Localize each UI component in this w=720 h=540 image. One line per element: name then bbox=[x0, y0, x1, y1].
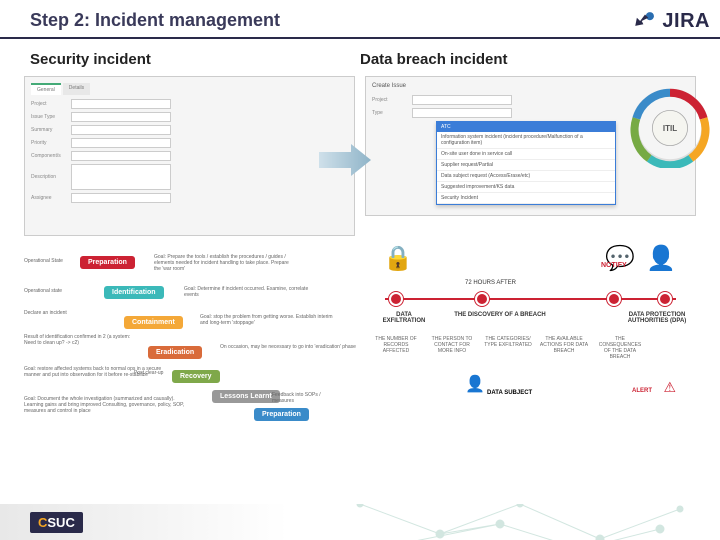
timeline-node bbox=[658, 292, 672, 306]
timeline-sub: THE CONSEQUENCES OF THE DATA BREACH bbox=[595, 336, 645, 360]
step-description: Goal: Document the whole investigation (… bbox=[24, 396, 194, 414]
jira-icon bbox=[632, 8, 658, 34]
notify-label: NOTIFY bbox=[601, 262, 627, 269]
right-column-title: Data breach incident bbox=[360, 51, 690, 68]
timeline-sub: THE PERSON TO CONTACT FOR MORE INFO bbox=[427, 336, 477, 354]
svg-text:ITIL: ITIL bbox=[663, 124, 677, 133]
form-label: Component/s bbox=[31, 153, 71, 159]
lock-icon: 🔒 bbox=[383, 244, 413, 273]
data-subject-label: DATA SUBJECT bbox=[487, 390, 532, 396]
form-field bbox=[71, 151, 171, 161]
step-lessons: Lessons Learnt bbox=[212, 390, 280, 403]
process-side-label: Post clear-up bbox=[134, 370, 274, 376]
timeline-node bbox=[607, 292, 621, 306]
step-description: Goal: stop the problem from getting wors… bbox=[200, 314, 340, 326]
timeline-72hours: 72 HOURS AFTER bbox=[465, 280, 516, 286]
step-description: Goal: Prepare the tools / establish the … bbox=[154, 254, 294, 272]
timeline-sub: THE NUMBER OF RECORDS AFFECTED bbox=[371, 336, 421, 354]
dropdown-selected: ATC bbox=[437, 122, 615, 132]
csuc-logo: CSUC bbox=[30, 512, 83, 533]
process-side-label: Result of identification confirmed in 2 … bbox=[24, 334, 134, 346]
timeline-node bbox=[389, 292, 403, 306]
dropdown-item: Data subject request (Access/Erase/etc) bbox=[437, 171, 615, 182]
person-icon: 👤 bbox=[646, 244, 676, 273]
dropdown-item: Suggested improvement/KS data bbox=[437, 182, 615, 193]
step-containment: Containment bbox=[124, 316, 183, 329]
left-column: General Details Project Issue Type Summa… bbox=[24, 76, 355, 420]
left-column-title: Security incident bbox=[30, 51, 360, 68]
alert-icon: ⚠ bbox=[663, 379, 676, 396]
dropdown-item: Information system incident (incident pr… bbox=[437, 132, 615, 149]
form-field bbox=[412, 108, 512, 118]
alert-label: ALERT bbox=[632, 388, 652, 394]
form-field bbox=[71, 138, 171, 148]
dropdown-item: On-site user done in service call bbox=[437, 149, 615, 160]
itil-wheel: ITIL bbox=[630, 88, 710, 168]
timeline-sub: THE AVAILABLE ACTIONS FOR DATA BREACH bbox=[539, 336, 589, 354]
step-preparation-loop: Preparation bbox=[254, 408, 309, 421]
slide-footer: CSUC bbox=[0, 504, 720, 540]
step-identification: Identification bbox=[104, 286, 164, 299]
jira-logo: JIRA bbox=[632, 8, 710, 34]
step-preparation: Preparation bbox=[80, 256, 135, 269]
incident-process-diagram: Operational State Preparation Goal: Prep… bbox=[24, 250, 355, 420]
timeline-line bbox=[385, 298, 676, 300]
form-field bbox=[71, 125, 171, 135]
timeline-node bbox=[475, 292, 489, 306]
timeline-label-discovery: THE DISCOVERY OF A BREACH bbox=[445, 312, 555, 318]
form-label: Description bbox=[31, 174, 71, 180]
step-description: On occasion, may be necessary to go into… bbox=[220, 344, 360, 350]
step-description: Goal: Determine if incident occurred. Ex… bbox=[184, 286, 324, 298]
issue-type-dropdown: ATC Information system incident (inciden… bbox=[436, 121, 616, 205]
form-label: Issue Type bbox=[31, 114, 71, 120]
form-field bbox=[71, 99, 171, 109]
form-field bbox=[412, 95, 512, 105]
form-field bbox=[71, 164, 171, 190]
column-titles: Security incident Data breach incident bbox=[0, 39, 720, 76]
breach-timeline-diagram: 🔒 💬 👤 NOTIFY 72 HOURS AFTER DATA EXFILTR… bbox=[365, 236, 696, 396]
step-eradication: Eradication bbox=[148, 346, 202, 359]
timeline-label-dpa: DATA PROTECTION AUTHORITIES (DPA) bbox=[622, 312, 692, 324]
form-field bbox=[71, 193, 171, 203]
form-tab: Details bbox=[63, 83, 90, 95]
jira-text: JIRA bbox=[662, 10, 710, 33]
process-side-label: Feedback into SOPs / measures bbox=[272, 392, 332, 404]
network-decoration bbox=[320, 504, 720, 540]
timeline-label-data: DATA EXFILTRATION bbox=[369, 312, 439, 324]
form-label: Summary bbox=[31, 127, 71, 133]
form-tab: General bbox=[31, 83, 61, 95]
dropdown-item: Security Incident bbox=[437, 193, 615, 204]
form-field bbox=[71, 112, 171, 122]
person-icon: 👤 bbox=[465, 374, 485, 394]
arrow-icon bbox=[315, 140, 375, 180]
form-label: Priority bbox=[31, 140, 71, 146]
form-label: Project bbox=[31, 101, 71, 107]
timeline-sub: THE CATEGORIES/ TYPE EXFILTRATED bbox=[483, 336, 533, 348]
security-form-screenshot: General Details Project Issue Type Summa… bbox=[24, 76, 355, 236]
slide-header: Step 2: Incident management bbox=[0, 0, 720, 37]
form-label: Assignee bbox=[31, 195, 71, 201]
dropdown-item: Supplier request/Partial bbox=[437, 160, 615, 171]
slide-title: Step 2: Incident management bbox=[30, 10, 690, 31]
